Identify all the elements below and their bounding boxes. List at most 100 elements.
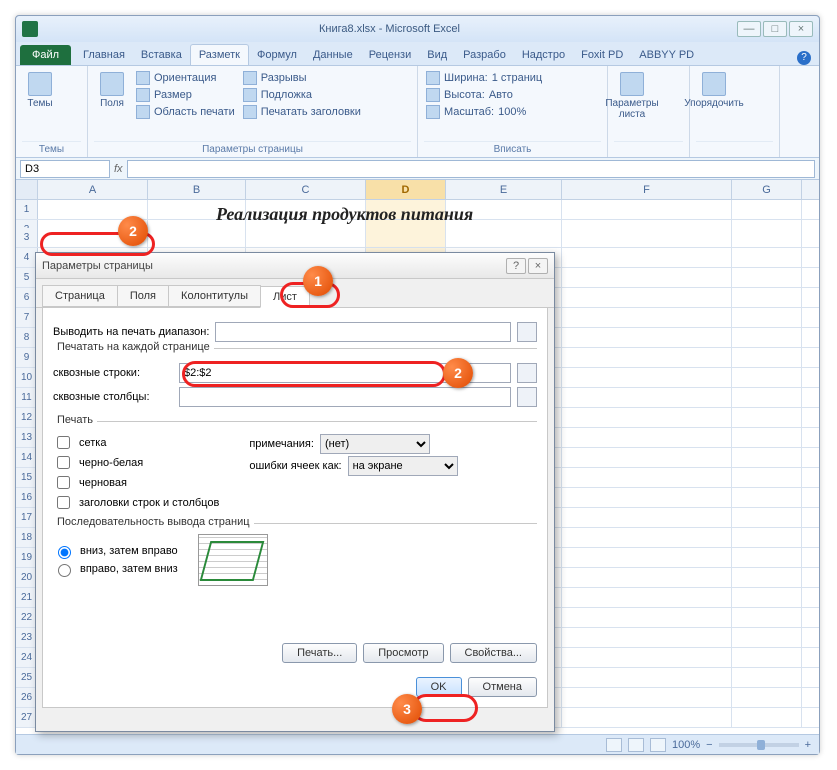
width-control[interactable]: Ширина: 1 страниц	[424, 70, 544, 86]
page-order-icon	[198, 534, 268, 586]
properties-button[interactable]: Свойства...	[450, 643, 537, 663]
cols-repeat-input[interactable]	[179, 387, 511, 407]
tab-review[interactable]: Рецензи	[361, 45, 420, 65]
print-range-input[interactable]	[215, 322, 511, 342]
tab-formulas[interactable]: Формул	[249, 45, 305, 65]
close-button[interactable]: ×	[789, 21, 813, 37]
col-header-b[interactable]: B	[148, 180, 246, 199]
group-scale-label: Вписать	[424, 141, 601, 155]
zoom-slider[interactable]	[719, 743, 799, 747]
group-page-setup-label: Параметры страницы	[94, 141, 411, 155]
col-header-c[interactable]: C	[246, 180, 366, 199]
bw-checkbox[interactable]	[57, 456, 70, 469]
col-header-a[interactable]: A	[38, 180, 148, 199]
titlebar: Книга8.xlsx - Microsoft Excel — □ ×	[16, 16, 819, 42]
errors-select[interactable]: на экране	[348, 456, 458, 476]
print-button[interactable]: Печать...	[282, 643, 357, 663]
themes-button[interactable]: Темы	[22, 70, 58, 111]
errors-label: ошибки ячеек как:	[249, 460, 341, 472]
print-range-label: Выводить на печать диапазон:	[53, 326, 209, 338]
ribbon-tabs: Файл Главная Вставка Разметк Формул Данн…	[16, 42, 819, 66]
row-header[interactable]: 3	[16, 228, 38, 247]
order-section-label: Последовательность вывода страниц	[53, 516, 254, 528]
fx-icon[interactable]: fx	[114, 163, 123, 175]
zoom-value: 100%	[672, 739, 700, 751]
tab-developer[interactable]: Разрабо	[455, 45, 514, 65]
zoom-minus[interactable]: −	[706, 739, 712, 751]
gridlines-checkbox[interactable]	[57, 436, 70, 449]
status-bar: 100% − +	[16, 734, 819, 754]
tab-foxit[interactable]: Foxit PD	[573, 45, 631, 65]
order-down-radio[interactable]	[58, 546, 71, 559]
cancel-button[interactable]: Отмена	[468, 677, 537, 697]
zoom-plus[interactable]: +	[805, 739, 811, 751]
dialog-tab-margins[interactable]: Поля	[117, 285, 169, 307]
group-sheet-label	[614, 141, 683, 155]
comments-select[interactable]: (нет)	[320, 434, 430, 454]
print-range-ref-button[interactable]	[517, 322, 537, 342]
arrange-button[interactable]: Упорядочить	[696, 70, 732, 111]
group-themes-label: Темы	[22, 141, 81, 155]
dialog-close-button[interactable]: ×	[528, 258, 548, 274]
dialog-tab-page[interactable]: Страница	[42, 285, 118, 307]
tab-abbyy[interactable]: ABBYY PD	[631, 45, 702, 65]
rows-repeat-ref-button[interactable]	[517, 363, 537, 383]
col-header-f[interactable]: F	[562, 180, 732, 199]
tab-insert[interactable]: Вставка	[133, 45, 190, 65]
dialog-tabs: Страница Поля Колонтитулы Лист	[36, 279, 554, 308]
preview-button[interactable]: Просмотр	[363, 643, 443, 663]
tab-data[interactable]: Данные	[305, 45, 361, 65]
breaks-button[interactable]: Разрывы	[241, 70, 363, 86]
print-titles-button[interactable]: Печатать заголовки	[241, 104, 363, 120]
tab-home[interactable]: Главная	[75, 45, 133, 65]
ok-button[interactable]: OK	[416, 677, 462, 697]
tab-pagelayout[interactable]: Разметк	[190, 44, 249, 65]
window-title: Книга8.xlsx - Microsoft Excel	[44, 23, 735, 35]
print-area-button[interactable]: Область печати	[134, 104, 237, 120]
ribbon: Темы Темы Поля Ориентация Размер Область…	[16, 66, 819, 158]
dialog-help-button[interactable]: ?	[506, 258, 526, 274]
dialog-titlebar: Параметры страницы ? ×	[36, 253, 554, 279]
page-setup-dialog: Параметры страницы ? × Страница Поля Кол…	[35, 252, 555, 732]
view-normal-button[interactable]	[606, 738, 622, 752]
tab-file[interactable]: Файл	[20, 45, 71, 65]
dialog-title: Параметры страницы	[42, 260, 504, 272]
orientation-button[interactable]: Ориентация	[134, 70, 237, 86]
scale-control[interactable]: Масштаб: 100%	[424, 104, 544, 120]
repeat-section-label: Печатать на каждой странице	[53, 341, 214, 353]
help-icon[interactable]: ?	[797, 51, 811, 65]
sheet-options-button[interactable]: Параметры листа	[614, 70, 650, 122]
size-button[interactable]: Размер	[134, 87, 237, 103]
formula-bar: D3 fx	[16, 158, 819, 180]
formula-input[interactable]	[127, 160, 815, 178]
draft-checkbox[interactable]	[57, 476, 70, 489]
select-all-corner[interactable]	[16, 180, 38, 199]
row-header-1[interactable]: 1	[16, 200, 38, 219]
dialog-tab-sheet[interactable]: Лист	[260, 286, 310, 308]
comments-label: примечания:	[249, 438, 314, 450]
order-over-radio[interactable]	[58, 564, 71, 577]
col-header-d[interactable]: D	[366, 180, 446, 199]
print-section-label: Печать	[53, 414, 97, 426]
cols-repeat-label: сквозные столбцы:	[53, 391, 173, 403]
margins-button[interactable]: Поля	[94, 70, 130, 111]
group-arrange-label	[696, 141, 773, 155]
col-header-e[interactable]: E	[446, 180, 562, 199]
background-button[interactable]: Подложка	[241, 87, 363, 103]
rows-repeat-label: сквозные строки:	[53, 367, 173, 379]
col-header-g[interactable]: G	[732, 180, 802, 199]
view-layout-button[interactable]	[628, 738, 644, 752]
name-box[interactable]: D3	[20, 160, 110, 178]
minimize-button[interactable]: —	[737, 21, 761, 37]
sheet-title-cell: Реализация продуктов питания	[216, 204, 473, 225]
maximize-button[interactable]: □	[763, 21, 787, 37]
headings-checkbox[interactable]	[57, 496, 70, 509]
rows-repeat-input[interactable]	[179, 363, 511, 383]
tab-view[interactable]: Вид	[419, 45, 455, 65]
tab-addins[interactable]: Надстро	[514, 45, 573, 65]
view-break-button[interactable]	[650, 738, 666, 752]
height-control[interactable]: Высота: Авто	[424, 87, 544, 103]
cols-repeat-ref-button[interactable]	[517, 387, 537, 407]
dialog-tab-headerfooter[interactable]: Колонтитулы	[168, 285, 261, 307]
excel-icon	[22, 21, 38, 37]
